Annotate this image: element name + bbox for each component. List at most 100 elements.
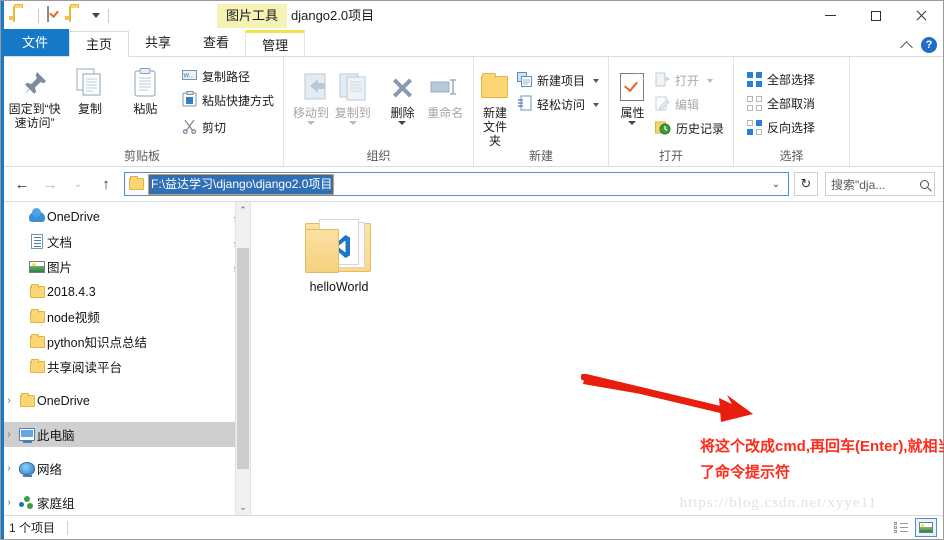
move-to-button[interactable]: 移动到 bbox=[290, 67, 332, 125]
sidebar-item-onedrive-quick[interactable]: OneDrive bbox=[1, 204, 250, 229]
open-caret-icon[interactable] bbox=[707, 78, 713, 83]
collapse-ribbon-icon[interactable] bbox=[900, 40, 913, 54]
select-all-button[interactable]: 全部选择 bbox=[744, 69, 818, 90]
tab-file[interactable]: 文件 bbox=[1, 29, 70, 56]
ribbon-group-select: 全部选择 全部取消 反向选择 选择 bbox=[734, 57, 850, 167]
history-icon bbox=[654, 120, 671, 138]
move-to-icon bbox=[296, 71, 326, 103]
sidebar-item-pictures[interactable]: 图片 bbox=[1, 254, 250, 279]
qat-folder-icon[interactable] bbox=[13, 6, 30, 24]
history-button[interactable]: 历史记录 bbox=[652, 118, 727, 139]
tab-view[interactable]: 查看 bbox=[187, 30, 246, 56]
delete-caret-icon[interactable] bbox=[398, 121, 407, 125]
copy-button[interactable]: 复制 bbox=[62, 63, 117, 116]
paste-icon bbox=[132, 67, 158, 99]
watermark: https://blog.csdn.net/xyye11 bbox=[679, 495, 877, 511]
tab-share[interactable]: 共享 bbox=[129, 30, 188, 56]
sidebar-item-shared-reading[interactable]: 共享阅读平台 bbox=[1, 354, 250, 379]
properties-caret-icon[interactable] bbox=[628, 121, 637, 125]
network-icon bbox=[17, 462, 37, 477]
tab-manage[interactable]: 管理 bbox=[245, 30, 306, 56]
sidebar-item-this-pc[interactable]: › 此电脑 bbox=[1, 422, 250, 447]
ribbon-group-open: 属性 打开 编辑 历史记录 打开 bbox=[609, 57, 734, 167]
search-placeholder: 搜索"dja... bbox=[831, 177, 886, 192]
forward-button[interactable]: → bbox=[37, 171, 63, 197]
sidebar-scrollbar[interactable]: ⌃ ⌄ bbox=[235, 202, 250, 515]
large-icons-view-button[interactable] bbox=[915, 518, 937, 537]
address-bar[interactable]: F:\益达学习\django\django2.0项目 ⌄ bbox=[124, 172, 789, 196]
sidebar-item-homegroup[interactable]: › 家庭组 bbox=[1, 490, 250, 515]
new-item-caret-icon[interactable] bbox=[593, 78, 599, 83]
properties-button[interactable]: 属性 bbox=[615, 67, 650, 125]
qat-new-folder-icon[interactable] bbox=[69, 6, 86, 24]
up-button[interactable]: ↑ bbox=[93, 171, 119, 197]
qat-dropdown-caret-icon[interactable] bbox=[92, 13, 100, 18]
minimize-button[interactable] bbox=[808, 1, 853, 30]
back-button[interactable]: ← bbox=[9, 171, 35, 197]
pin-to-quick-access-button[interactable]: 固定到“快速访问” bbox=[7, 63, 62, 130]
sidebar-item-network[interactable]: › 网络 bbox=[1, 456, 250, 481]
address-input[interactable]: F:\益达学习\django\django2.0项目 bbox=[148, 173, 335, 195]
sidebar-item-label: 家庭组 bbox=[37, 497, 75, 511]
easy-access-caret-icon[interactable] bbox=[593, 102, 599, 107]
sidebar-item-2018-4-3[interactable]: 2018.4.3 bbox=[1, 279, 250, 304]
copy-to-button[interactable]: 复制到 bbox=[332, 67, 374, 125]
file-explorer-window: 图片工具 django2.0项目 文件 主页 共享 查看 管理 ? 固定到“快速… bbox=[0, 0, 944, 540]
copy-icon bbox=[76, 67, 104, 99]
invert-selection-button[interactable]: 反向选择 bbox=[744, 117, 818, 138]
paste-shortcut-button[interactable]: 粘贴快捷方式 bbox=[179, 90, 277, 111]
file-list-pane[interactable]: helloWorld 将这个改成cmd,再回车(Enter),就相当于在当前目录… bbox=[251, 202, 944, 515]
help-icon[interactable]: ? bbox=[921, 37, 937, 53]
rename-button[interactable]: 重命名 bbox=[423, 67, 467, 120]
new-item-button[interactable]: 新建项目 bbox=[514, 70, 602, 91]
refresh-button[interactable]: ↻ bbox=[794, 172, 818, 196]
folder-icon bbox=[27, 358, 47, 373]
delete-button[interactable]: 删除 bbox=[382, 67, 424, 125]
move-to-caret-icon[interactable] bbox=[306, 121, 315, 125]
paste-button[interactable]: 粘贴 bbox=[118, 63, 173, 116]
tab-home[interactable]: 主页 bbox=[69, 31, 130, 57]
search-box[interactable]: 搜索"dja... bbox=[825, 172, 935, 196]
qat-properties-icon[interactable] bbox=[47, 6, 64, 24]
details-view-button[interactable] bbox=[890, 518, 912, 537]
sidebar-item-onedrive[interactable]: › OneDrive bbox=[1, 388, 250, 413]
scroll-up-arrow-icon[interactable]: ⌃ bbox=[236, 202, 250, 218]
sidebar-item-label: OneDrive bbox=[47, 209, 100, 224]
copy-to-caret-icon[interactable] bbox=[348, 121, 357, 125]
rename-label: 重命名 bbox=[427, 106, 464, 120]
properties-label: 属性 bbox=[620, 106, 645, 120]
svg-text:W...: W... bbox=[183, 73, 194, 79]
close-button[interactable] bbox=[898, 1, 943, 30]
open-icon bbox=[655, 72, 670, 90]
sidebar-item-label: node视频 bbox=[47, 311, 100, 325]
copy-path-button[interactable]: W... 复制路径 bbox=[179, 66, 277, 87]
address-dropdown-icon[interactable]: ⌄ bbox=[766, 174, 786, 194]
item-count-label: 1 个项目 bbox=[9, 521, 56, 535]
maximize-button[interactable] bbox=[853, 1, 898, 30]
edit-button[interactable]: 编辑 bbox=[652, 94, 727, 115]
pin-icon bbox=[21, 67, 49, 99]
sidebar-item-label: python知识点总结 bbox=[47, 336, 148, 350]
file-item-helloworld[interactable]: helloWorld bbox=[284, 219, 394, 294]
sidebar-item-label: 网络 bbox=[37, 463, 63, 477]
ribbon-group-clipboard-title: 剪贴板 bbox=[123, 149, 160, 163]
easy-access-button[interactable]: 轻松访问 bbox=[514, 94, 602, 115]
cut-button[interactable]: 剪切 bbox=[179, 117, 277, 138]
delete-label: 删除 bbox=[390, 106, 415, 120]
sidebar-item-documents[interactable]: 文档 bbox=[1, 229, 250, 254]
sidebar-item-node-video[interactable]: node视频 bbox=[1, 304, 250, 329]
recent-locations-button[interactable]: ⌄ bbox=[65, 171, 91, 197]
new-item-label: 新建项目 bbox=[536, 74, 585, 88]
qat-separator bbox=[38, 8, 39, 23]
scrollbar-thumb[interactable] bbox=[237, 248, 249, 469]
window-controls bbox=[808, 1, 943, 30]
view-mode-buttons bbox=[890, 518, 937, 537]
open-button[interactable]: 打开 bbox=[652, 70, 727, 91]
new-folder-button[interactable]: 新建文件夹 bbox=[480, 67, 510, 148]
ribbon-group-new: 新建文件夹 新建项目 轻松访问 新建 bbox=[474, 57, 609, 167]
scroll-down-arrow-icon[interactable]: ⌄ bbox=[236, 499, 250, 515]
select-none-button[interactable]: 全部取消 bbox=[744, 93, 818, 114]
ribbon-group-organize-title: 组织 bbox=[366, 149, 391, 163]
sidebar-item-python-notes[interactable]: python知识点总结 bbox=[1, 329, 250, 354]
ribbon-tab-strip: 文件 主页 共享 查看 管理 ? bbox=[1, 29, 943, 57]
